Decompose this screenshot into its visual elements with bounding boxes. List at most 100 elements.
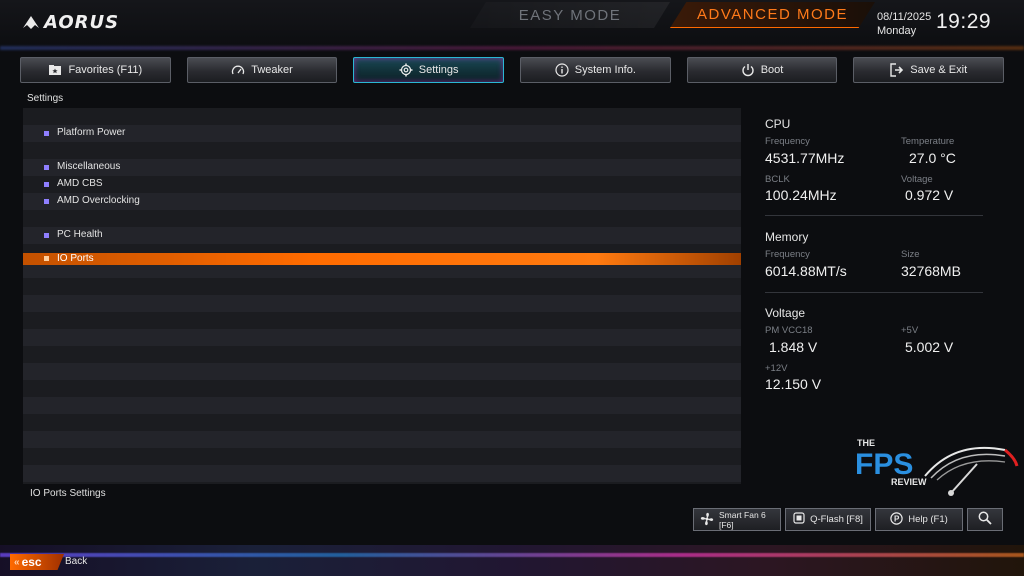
back-label: Back bbox=[65, 556, 88, 567]
tab-boot-label: Boot bbox=[760, 64, 784, 76]
panel-stripe bbox=[23, 210, 741, 227]
bullet-icon bbox=[44, 199, 49, 204]
main-tabs: Favorites (F11) Tweaker Settings System … bbox=[20, 57, 1005, 83]
footer-accent-lines bbox=[0, 553, 1024, 557]
easy-mode-button[interactable]: EASY MODE bbox=[470, 2, 670, 28]
help-label: Help (F1) bbox=[908, 514, 948, 525]
bullet-icon bbox=[44, 182, 49, 187]
tab-favorites-label: Favorites (F11) bbox=[68, 64, 143, 76]
power-icon bbox=[741, 63, 755, 77]
pm-vcc18-value: 1.848 V bbox=[769, 339, 818, 355]
qflash-label: Q-Flash [F8] bbox=[810, 514, 863, 525]
menu-item-io-ports[interactable]: IO Ports bbox=[23, 253, 741, 265]
tab-save-exit[interactable]: Save & Exit bbox=[853, 57, 1005, 83]
header: AORUS EASY MODE ADVANCED MODE 08/11/2025… bbox=[0, 0, 1024, 50]
tab-tweaker[interactable]: Tweaker bbox=[186, 57, 338, 83]
bullet-icon bbox=[44, 131, 49, 136]
panel-stripe bbox=[23, 363, 741, 380]
tab-tweaker-label: Tweaker bbox=[251, 64, 293, 76]
gear-icon bbox=[399, 63, 413, 77]
panel-stripe bbox=[23, 312, 741, 329]
cpu-frequency-value: 4531.77MHz bbox=[765, 150, 845, 166]
advanced-mode-button[interactable]: ADVANCED MODE bbox=[670, 2, 875, 28]
plus5v-value: 5.002 V bbox=[905, 339, 954, 355]
watermark-review: REVIEW bbox=[891, 477, 927, 487]
memory-frequency-value: 6014.88MT/s bbox=[765, 263, 847, 279]
panel-stripe bbox=[23, 397, 741, 414]
cpu-temperature-label: Temperature bbox=[901, 136, 955, 147]
cpu-bclk-label: BCLK bbox=[765, 174, 790, 185]
panel-stripe bbox=[23, 295, 741, 312]
day-text: Monday bbox=[877, 25, 917, 37]
date-text: 08/11/2025 bbox=[877, 11, 932, 23]
svg-text:P: P bbox=[894, 514, 900, 523]
menu-item-amd-overclocking[interactable]: AMD Overclocking bbox=[23, 193, 741, 210]
divider bbox=[765, 215, 983, 216]
panel-stripe bbox=[23, 108, 741, 125]
info-icon bbox=[555, 63, 569, 77]
tab-favorites[interactable]: Favorites (F11) bbox=[20, 57, 171, 83]
cpu-frequency-label: Frequency bbox=[765, 136, 810, 147]
chip-icon bbox=[793, 512, 805, 527]
memory-frequency-label: Frequency bbox=[765, 249, 810, 260]
date-display: 08/11/2025 Monday bbox=[877, 10, 931, 38]
esc-label: esc bbox=[21, 555, 42, 569]
menu-item-label: AMD CBS bbox=[57, 178, 103, 189]
brand-name: AORUS bbox=[44, 12, 120, 33]
plus5v-label: +5V bbox=[901, 325, 919, 336]
panel-stripe bbox=[23, 329, 741, 346]
fan-icon bbox=[700, 512, 714, 528]
item-description: IO Ports Settings bbox=[30, 488, 106, 499]
esc-button[interactable]: « esc bbox=[10, 554, 64, 570]
menu-item-label: IO Ports bbox=[57, 253, 94, 264]
search-button[interactable] bbox=[967, 508, 1003, 531]
cpu-section-title: CPU bbox=[765, 117, 791, 131]
panel-stripe bbox=[23, 448, 741, 465]
menu-item-label: PC Health bbox=[57, 229, 103, 240]
voltage-section-title: Voltage bbox=[765, 306, 806, 320]
cpu-voltage-label: Voltage bbox=[901, 174, 933, 185]
fps-review-watermark: THE FPS REVIEW bbox=[855, 436, 1020, 500]
tab-system-info[interactable]: System Info. bbox=[520, 57, 671, 83]
aorus-eagle-icon bbox=[23, 15, 39, 29]
cpu-temperature-value: 27.0 °C bbox=[909, 150, 956, 166]
panel-stripe bbox=[23, 346, 741, 363]
cpu-voltage-value: 0.972 V bbox=[905, 187, 954, 203]
menu-item-pc-health[interactable]: PC Health bbox=[23, 227, 741, 244]
footer-glow bbox=[0, 545, 1024, 576]
menu-item-label: Platform Power bbox=[57, 127, 126, 138]
watermark-the: THE bbox=[857, 438, 875, 448]
bottom-button-bar: Smart Fan 6 [F6] Q-Flash [F8] P Help (F1… bbox=[693, 508, 1003, 531]
tab-system-info-label: System Info. bbox=[574, 64, 636, 76]
tab-save-exit-label: Save & Exit bbox=[910, 64, 968, 76]
memory-size-value: 32768MB bbox=[901, 263, 961, 279]
mode-switcher: EASY MODE ADVANCED MODE bbox=[470, 0, 880, 30]
menu-item-label: AMD Overclocking bbox=[57, 195, 140, 206]
bullet-icon bbox=[44, 256, 49, 261]
fps-review-logo: THE FPS REVIEW bbox=[855, 438, 1019, 496]
menu-item-amd-cbs[interactable]: AMD CBS bbox=[23, 176, 741, 193]
menu-item-miscellaneous[interactable]: Miscellaneous bbox=[23, 159, 741, 176]
panel-stripe bbox=[23, 431, 741, 448]
bullet-icon bbox=[44, 233, 49, 238]
memory-section-title: Memory bbox=[765, 230, 809, 244]
smart-fan-button[interactable]: Smart Fan 6 [F6] bbox=[693, 508, 781, 531]
tab-settings-label: Settings bbox=[418, 64, 459, 76]
aorus-logo: AORUS bbox=[22, 12, 119, 33]
qflash-button[interactable]: Q-Flash [F8] bbox=[785, 508, 871, 531]
tab-boot[interactable]: Boot bbox=[686, 57, 838, 83]
help-button[interactable]: P Help (F1) bbox=[875, 508, 963, 531]
menu-item-platform-power[interactable]: Platform Power bbox=[23, 125, 741, 142]
clock: 19:29 bbox=[936, 10, 992, 33]
gauge-icon bbox=[231, 63, 245, 77]
favorites-icon bbox=[48, 63, 62, 77]
double-chevron-left-icon: « bbox=[14, 556, 20, 568]
plus12v-label: +12V bbox=[765, 363, 788, 374]
tab-settings[interactable]: Settings bbox=[353, 57, 505, 83]
header-divider bbox=[0, 46, 1024, 50]
help-icon: P bbox=[890, 511, 903, 528]
panel-stripe bbox=[23, 142, 741, 159]
panel-stripe bbox=[23, 380, 741, 397]
bullet-icon bbox=[44, 165, 49, 170]
settings-menu-panel: Platform Power IO Ports Miscellaneous AM… bbox=[23, 108, 741, 484]
